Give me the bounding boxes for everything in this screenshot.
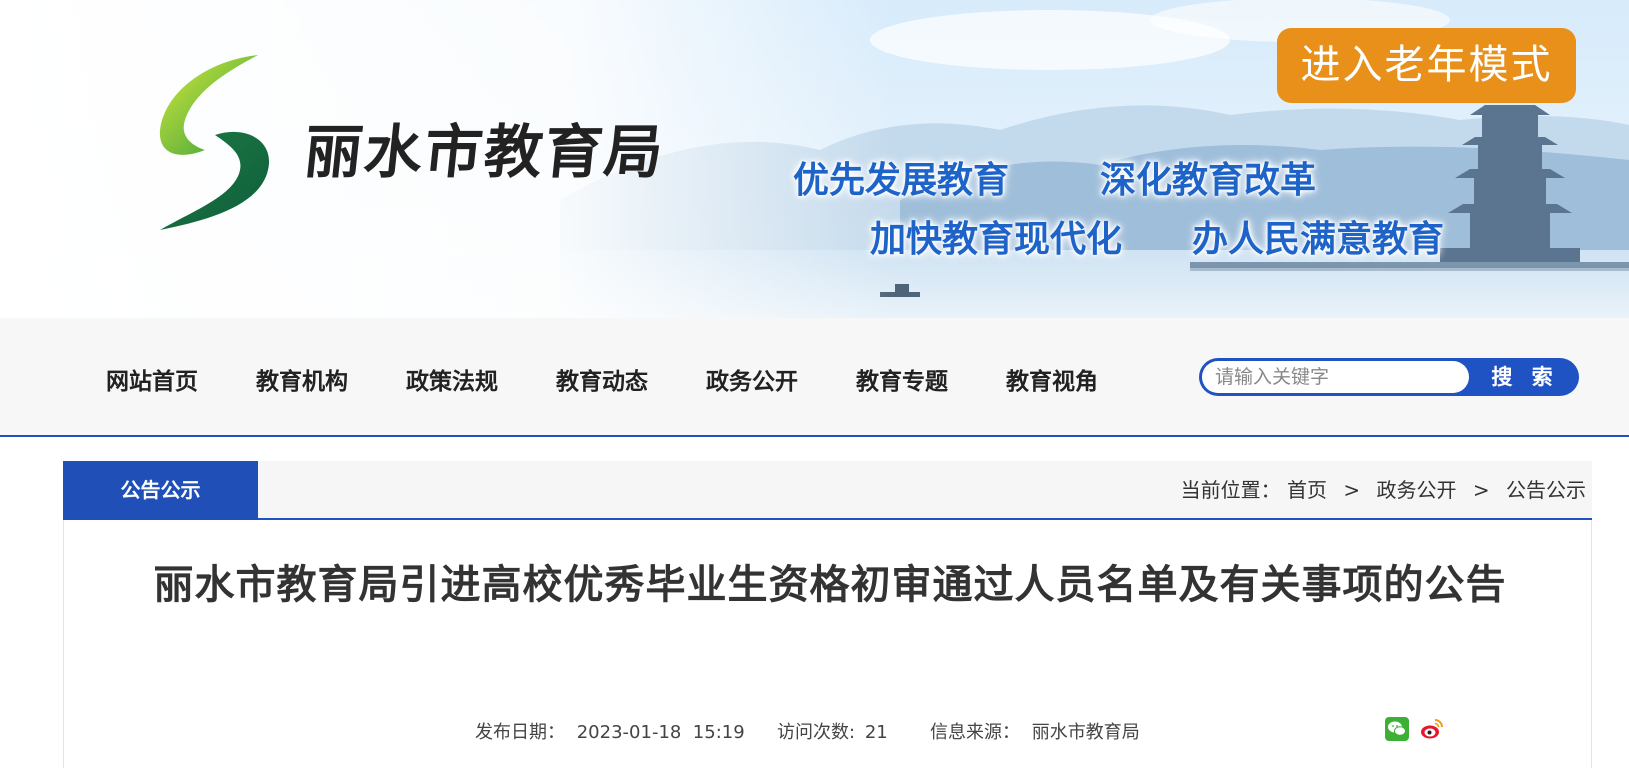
weibo-icon[interactable]: [1420, 717, 1444, 741]
info-source: 信息来源： 丽水市教育局: [930, 718, 1140, 744]
slogan-text: 加快教育现代化: [870, 219, 1123, 260]
search-button[interactable]: 搜 索: [1471, 358, 1579, 396]
publish-date: 发布日期： 2023-01-18 15:19: [475, 718, 745, 744]
nav-item-perspective[interactable]: 教育视角: [1006, 362, 1098, 396]
elder-mode-button[interactable]: 进入老年模式: [1277, 28, 1576, 103]
info-source-label: 信息来源：: [930, 722, 1020, 743]
visit-count-value: 21: [864, 722, 888, 743]
search-box: 搜 索: [1199, 358, 1579, 396]
header-banner: 丽水市教育局 优先发展教育 深化教育改革 加快教育现代化 办人民满意教育 进入老…: [0, 0, 1629, 318]
publish-date-value: 2023-01-18 15:19: [576, 722, 745, 743]
breadcrumb-item-government-affairs[interactable]: 政务公开: [1377, 478, 1457, 502]
breadcrumb-item-home[interactable]: 首页: [1287, 478, 1327, 502]
nav-item-topics[interactable]: 教育专题: [856, 362, 948, 396]
info-source-value: 丽水市教育局: [1031, 722, 1140, 743]
nav-item-policy[interactable]: 政策法规: [406, 362, 498, 396]
slogan-text: 办人民满意教育: [1192, 219, 1445, 260]
nav-item-government-affairs[interactable]: 政务公开: [706, 362, 798, 396]
nav-item-home[interactable]: 网站首页: [106, 362, 198, 396]
site-name: 丽水市教育局: [300, 118, 669, 186]
section-tab[interactable]: 公告公示: [63, 461, 258, 520]
breadcrumb-prefix: 当前位置：: [1180, 478, 1281, 502]
visit-count-label: 访问次数:: [777, 722, 856, 743]
breadcrumb-separator: >: [1472, 478, 1490, 502]
slogan-text: 优先发展教育: [793, 160, 1010, 201]
nav-item-institutions[interactable]: 教育机构: [256, 362, 348, 396]
publish-date-label: 发布日期：: [475, 722, 565, 743]
main-nav: 网站首页 教育机构 政策法规 教育动态 政务公开 教育专题 教育视角 搜 索: [0, 318, 1629, 437]
wechat-icon[interactable]: [1385, 717, 1409, 741]
breadcrumb: 当前位置： 首页 > 政务公开 > 公告公示: [1181, 461, 1586, 520]
nav-item-news[interactable]: 教育动态: [556, 362, 648, 396]
search-input[interactable]: [1202, 361, 1469, 393]
section-header: 公告公示 当前位置： 首页 > 政务公开 > 公告公示: [63, 461, 1592, 520]
breadcrumb-item-announcements[interactable]: 公告公示: [1506, 478, 1586, 502]
breadcrumb-separator: >: [1343, 478, 1361, 502]
slogan-text: 深化教育改革: [1100, 160, 1317, 201]
logo-emblem: [159, 55, 270, 230]
article-title: 丽水市教育局引进高校优秀毕业生资格初审通过人员名单及有关事项的公告: [153, 562, 1507, 608]
visit-count: 访问次数: 21: [777, 718, 888, 744]
